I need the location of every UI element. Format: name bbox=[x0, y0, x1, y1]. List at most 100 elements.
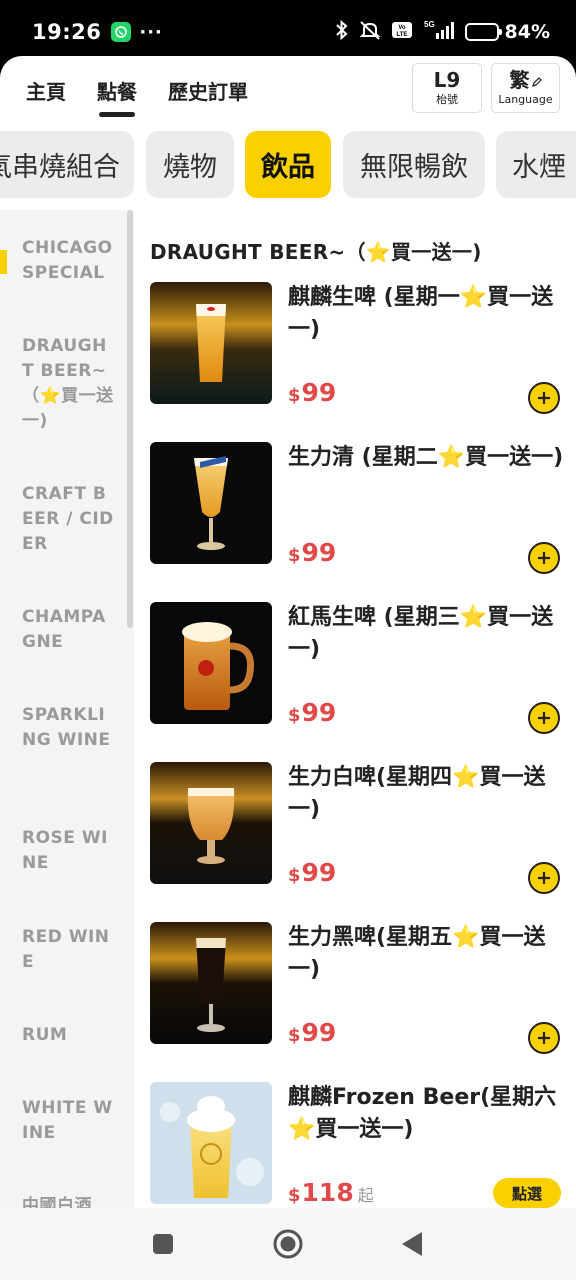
sidebar-item-chinese-liquor[interactable]: 中國白酒 bbox=[22, 1194, 118, 1208]
plus-icon bbox=[538, 552, 550, 564]
add-item-button[interactable] bbox=[528, 1022, 560, 1054]
language-code-row: 繁 bbox=[510, 69, 542, 91]
whatsapp-icon bbox=[111, 22, 132, 42]
beer-photo bbox=[150, 922, 272, 1044]
phone-screen: 19:26 ··· Vo LTE 5G 84% 主頁 點餐 歷史訂單 L9 枱號… bbox=[0, 0, 576, 1280]
item-currency: $ bbox=[288, 705, 301, 726]
table-number-label: 枱號 bbox=[436, 93, 458, 106]
item-name: 紅馬生啤 (星期三⭐買一送一) bbox=[288, 605, 554, 662]
menu-item[interactable]: 麒麟生啤 (星期一⭐買一送一) $99 bbox=[134, 282, 576, 422]
pencil-icon bbox=[531, 76, 542, 87]
tab-order[interactable]: 點餐 bbox=[97, 76, 137, 117]
item-price-value: 99 bbox=[301, 378, 337, 407]
beer-photo bbox=[150, 442, 272, 564]
add-item-button[interactable] bbox=[528, 542, 560, 574]
silent-icon bbox=[358, 20, 382, 44]
battery-percent: 84% bbox=[504, 21, 550, 43]
item-price: $99 bbox=[288, 1018, 336, 1047]
add-item-button[interactable] bbox=[528, 862, 560, 894]
tab-home[interactable]: 主頁 bbox=[26, 76, 66, 105]
item-currency: $ bbox=[288, 1025, 301, 1046]
recent-apps-button[interactable] bbox=[151, 1232, 175, 1260]
add-item-button[interactable] bbox=[528, 382, 560, 414]
menu-item[interactable]: 麒麟Frozen Beer(星期六⭐買一送一) $118 起 點選 bbox=[134, 1082, 576, 1208]
plus-icon bbox=[538, 872, 550, 884]
item-currency: $ bbox=[288, 1185, 301, 1206]
beer-photo bbox=[150, 1082, 272, 1204]
category-drinks[interactable]: 飲品 bbox=[245, 131, 331, 198]
item-price-suffix: 起 bbox=[357, 1186, 374, 1205]
sidebar-item-champagne[interactable]: CHAMPAGNE bbox=[22, 605, 118, 655]
item-price: $99 bbox=[288, 858, 336, 887]
section-title: DRAUGHT BEER~（⭐買一送一) bbox=[150, 240, 482, 264]
beer-photo bbox=[150, 602, 272, 724]
item-name: 生力白啤(星期四⭐買一送一) bbox=[288, 765, 546, 822]
top-header: 主頁 點餐 歷史訂單 L9 枱號 繁 Language bbox=[0, 56, 576, 126]
sidebar-item-craft-beer[interactable]: CRAFT BEER / CIDER bbox=[22, 482, 118, 557]
item-price-value: 99 bbox=[301, 858, 337, 887]
category-skewer-combo[interactable]: 氣串燒組合 bbox=[0, 131, 134, 198]
sidebar-item-red-wine[interactable]: RED WINE bbox=[22, 925, 118, 975]
table-number: L9 bbox=[433, 68, 461, 92]
volte-icon: Vo LTE bbox=[391, 20, 413, 44]
item-name: 生力清 (星期二⭐買一送一) bbox=[288, 445, 564, 470]
item-price: $99 bbox=[288, 378, 336, 407]
home-button[interactable] bbox=[272, 1228, 304, 1264]
beer-photo bbox=[150, 762, 272, 884]
item-price: $99 bbox=[288, 538, 336, 567]
item-price-value: 118 bbox=[301, 1178, 354, 1207]
tab-order-history[interactable]: 歷史訂單 bbox=[168, 76, 248, 105]
beer-photo bbox=[150, 282, 272, 404]
add-item-button[interactable] bbox=[528, 702, 560, 734]
svg-text:5G: 5G bbox=[424, 20, 435, 29]
plus-icon bbox=[538, 712, 550, 724]
item-price-value: 99 bbox=[301, 1018, 337, 1047]
svg-text:LTE: LTE bbox=[396, 32, 407, 38]
table-number-button[interactable]: L9 枱號 bbox=[412, 63, 482, 113]
menu-list: DRAUGHT BEER~（⭐買一送一) 麒麟生啤 (星期一⭐買一送一) $99 bbox=[134, 210, 576, 1208]
item-currency: $ bbox=[288, 385, 301, 406]
battery-indicator: 84% bbox=[464, 21, 550, 43]
more-dots-icon: ··· bbox=[139, 21, 163, 43]
item-price: $118 起 bbox=[288, 1178, 374, 1207]
category-bar: 氣串燒組合 燒物 飲品 無限暢飲 水煙 bbox=[0, 130, 576, 200]
sidebar-item-rose-wine[interactable]: ROSE WINE bbox=[22, 826, 118, 876]
menu-item[interactable]: 紅馬生啤 (星期三⭐買一送一) $99 bbox=[134, 602, 576, 742]
sidebar-item-rum[interactable]: RUM bbox=[22, 1023, 118, 1048]
app-container: 主頁 點餐 歷史訂單 L9 枱號 繁 Language 氣串燒組合 燒物 飲品 … bbox=[0, 56, 576, 1208]
menu-item[interactable]: 生力白啤(星期四⭐買一送一) $99 bbox=[134, 762, 576, 902]
sidebar-item-draught-beer[interactable]: DRAUGHT BEER~（⭐買一送一) bbox=[22, 334, 118, 434]
category-grilled[interactable]: 燒物 bbox=[146, 131, 234, 198]
plus-icon bbox=[538, 392, 550, 404]
bluetooth-icon bbox=[335, 19, 349, 44]
select-options-button[interactable]: 點選 bbox=[493, 1178, 561, 1208]
sidebar-scrollbar[interactable] bbox=[127, 210, 133, 628]
status-bar: 19:26 ··· Vo LTE 5G 84% bbox=[0, 0, 576, 64]
item-currency: $ bbox=[288, 545, 301, 566]
item-name: 生力黑啤(星期五⭐買一送一) bbox=[288, 925, 546, 982]
language-button[interactable]: 繁 Language bbox=[491, 63, 560, 113]
item-name: 麒麟生啤 (星期一⭐買一送一) bbox=[288, 285, 554, 342]
status-time: 19:26 bbox=[32, 20, 102, 44]
category-free-flow[interactable]: 無限暢飲 bbox=[343, 131, 485, 198]
signal-5g-icon: 5G bbox=[422, 19, 456, 45]
sidebar-item-chicago-special[interactable]: CHICAGO SPECIAL bbox=[22, 236, 118, 286]
menu-item[interactable]: 生力清 (星期二⭐買一送一) $99 bbox=[134, 442, 576, 582]
sidebar-active-indicator bbox=[0, 250, 7, 274]
language-code: 繁 bbox=[509, 68, 530, 92]
category-hookah[interactable]: 水煙 bbox=[496, 131, 576, 198]
item-name: 麒麟Frozen Beer(星期六⭐買一送一) bbox=[288, 1085, 557, 1142]
svg-text:Vo: Vo bbox=[398, 25, 406, 31]
plus-icon bbox=[538, 1032, 550, 1044]
back-button[interactable] bbox=[400, 1230, 424, 1262]
language-label: Language bbox=[498, 93, 553, 106]
item-price-value: 99 bbox=[301, 698, 337, 727]
subcategory-sidebar: CHICAGO SPECIAL DRAUGHT BEER~（⭐買一送一) CRA… bbox=[0, 210, 134, 1208]
menu-item[interactable]: 生力黑啤(星期五⭐買一送一) $99 bbox=[134, 922, 576, 1062]
sidebar-item-white-wine[interactable]: WHITE WINE bbox=[22, 1096, 118, 1146]
item-currency: $ bbox=[288, 865, 301, 886]
system-navigation-bar bbox=[0, 1208, 576, 1280]
item-price-value: 99 bbox=[301, 538, 337, 567]
item-price: $99 bbox=[288, 698, 336, 727]
sidebar-item-sparkling-wine[interactable]: SPARKLING WINE bbox=[22, 703, 118, 753]
